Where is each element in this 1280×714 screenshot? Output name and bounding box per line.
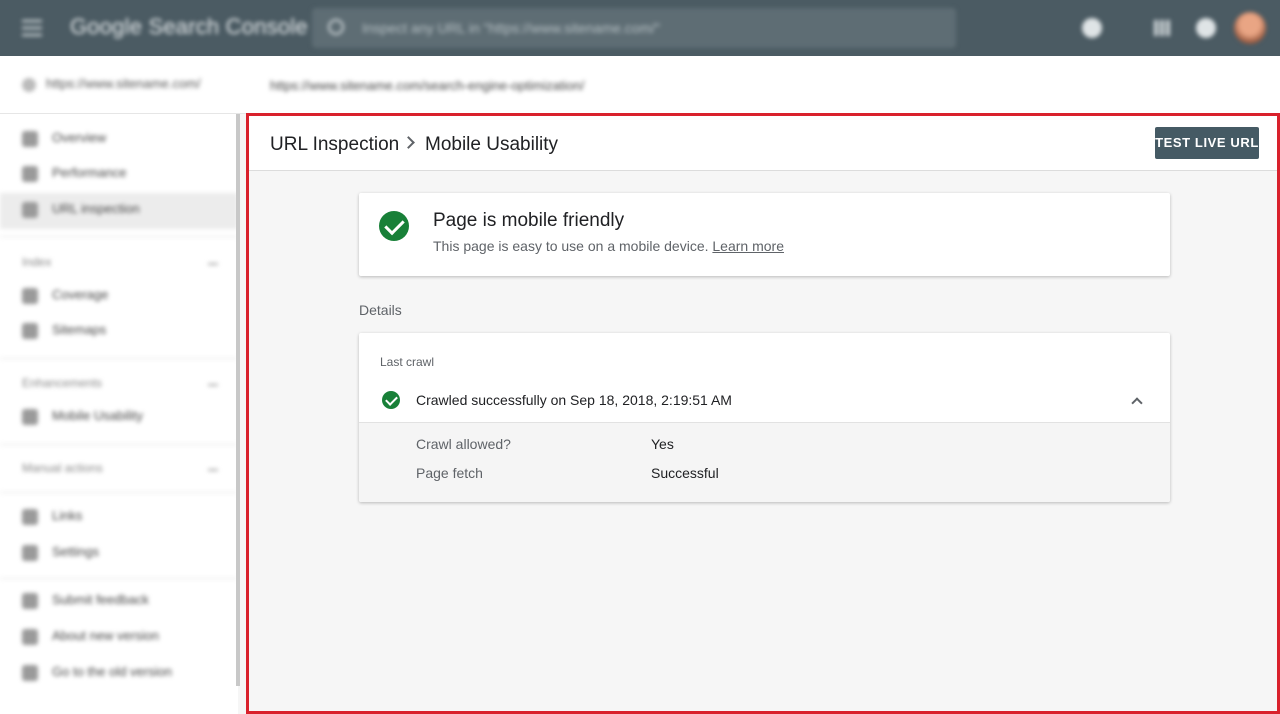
search-icon [328, 19, 344, 35]
sidebar-item-coverage[interactable]: Coverage [22, 287, 232, 323]
sidebar-item-label: Submit feedback [52, 592, 149, 607]
sidebar-item-overview[interactable]: Overview [22, 130, 232, 166]
sidebar-item-label: Overview [52, 130, 107, 145]
sidebar-item-label: URL inspection [52, 201, 140, 216]
top-app-bar: Google Search Console Inspect any URL in… [0, 0, 1280, 56]
app-logo[interactable]: Google Search Console [70, 14, 308, 40]
sidebar-item-settings[interactable]: Settings [22, 544, 232, 580]
sitemap-icon [22, 322, 38, 339]
status-description-text: This page is easy to use on a mobile dev… [433, 238, 709, 254]
check-circle-icon [379, 211, 409, 241]
check-circle-icon [382, 391, 400, 409]
sidebar: Overview Performance URL inspection Inde… [0, 114, 240, 714]
page-fetch-value: Successful [651, 465, 719, 481]
globe-icon [22, 77, 36, 92]
search-placeholder: Inspect any URL in "https://www.sitename… [362, 20, 661, 36]
breadcrumb-url-inspection[interactable]: URL Inspection [270, 134, 399, 156]
crawl-allowed-label: Crawl allowed? [416, 436, 511, 452]
home-icon [22, 130, 38, 147]
test-live-url-button[interactable]: TEST LIVE URL [1155, 127, 1259, 159]
page-title: Mobile Usability [425, 134, 559, 155]
sidebar-item-label: About new version [52, 628, 159, 643]
inspected-url: https://www.sitename.com/search-engine-o… [270, 78, 585, 93]
last-crawl-label: Last crawl [380, 355, 435, 369]
page-fetch-label: Page fetch [416, 465, 483, 481]
avatar[interactable] [1234, 12, 1266, 44]
crawl-details-expanded: Crawl allowed? Yes Page fetch Successful [359, 422, 1170, 502]
status-description: This page is easy to use on a mobile dev… [433, 238, 784, 254]
divider [0, 236, 238, 237]
sidebar-item-label: Go to the old version [52, 664, 172, 679]
trend-icon [22, 165, 38, 182]
section-manual-actions[interactable]: Manual actions [22, 461, 218, 475]
sidebar-item-mobile-usability[interactable]: Mobile Usability [22, 408, 232, 444]
divider [0, 444, 238, 445]
info-icon [22, 628, 38, 645]
sidebar-item-submit-feedback[interactable]: Submit feedback [22, 592, 232, 628]
property-bar: https://www.sitename.com/ https://www.si… [0, 56, 1280, 114]
file-icon [22, 287, 38, 304]
sidebar-item-url-inspection[interactable]: URL inspection [0, 193, 238, 229]
crawl-details-card: Last crawl Crawled successfully on Sep 1… [359, 333, 1170, 502]
sidebar-item-about-new-version[interactable]: About new version [22, 628, 232, 664]
learn-more-link[interactable]: Learn more [712, 238, 784, 254]
sidebar-item-label: Performance [52, 165, 127, 180]
divider [0, 358, 238, 359]
feedback-icon [22, 592, 38, 609]
sidebar-item-label: Links [52, 508, 83, 523]
section-index[interactable]: Index [22, 255, 221, 269]
section-enhancements[interactable]: Enhancements [22, 376, 219, 390]
divider [0, 492, 238, 493]
sidebar-item-old-version[interactable]: Go to the old version [22, 664, 232, 700]
chevron-right-icon [402, 136, 415, 149]
crawl-allowed-value: Yes [651, 436, 674, 452]
menu-icon[interactable] [22, 20, 42, 36]
sidebar-item-label: Mobile Usability [52, 408, 144, 423]
divider [0, 578, 238, 579]
sidebar-scrollbar[interactable] [236, 114, 240, 686]
status-card: Page is mobile friendly This page is eas… [359, 193, 1170, 276]
property-selector[interactable]: https://www.sitename.com/ [22, 76, 201, 92]
status-title: Page is mobile friendly [433, 210, 625, 231]
property-name: https://www.sitename.com/ [46, 76, 201, 91]
phone-icon [22, 408, 38, 425]
sidebar-item-label: Coverage [52, 287, 109, 302]
search-input[interactable]: Inspect any URL in "https://www.sitename… [312, 8, 956, 48]
inspection-panel: URL Inspection Mobile Usability TEST LIV… [246, 113, 1280, 714]
sidebar-item-label: Settings [52, 544, 99, 559]
gear-icon [22, 544, 38, 561]
sidebar-item-label: Sitemaps [52, 322, 107, 337]
sidebar-item-sitemaps[interactable]: Sitemaps [22, 322, 232, 358]
back-icon [22, 664, 38, 681]
sidebar-item-links[interactable]: Links [22, 508, 232, 544]
details-heading: Details [359, 302, 402, 318]
people-icon [22, 508, 38, 525]
help-icon[interactable] [1082, 18, 1102, 38]
chevron-up-icon[interactable] [1131, 397, 1143, 409]
notifications-icon[interactable] [1196, 18, 1216, 38]
search-icon [22, 201, 38, 218]
crawl-status[interactable]: Crawled successfully on Sep 18, 2018, 2:… [416, 392, 732, 408]
apps-grid-icon[interactable] [1154, 20, 1170, 36]
panel-header: URL Inspection Mobile Usability TEST LIV… [249, 116, 1277, 171]
